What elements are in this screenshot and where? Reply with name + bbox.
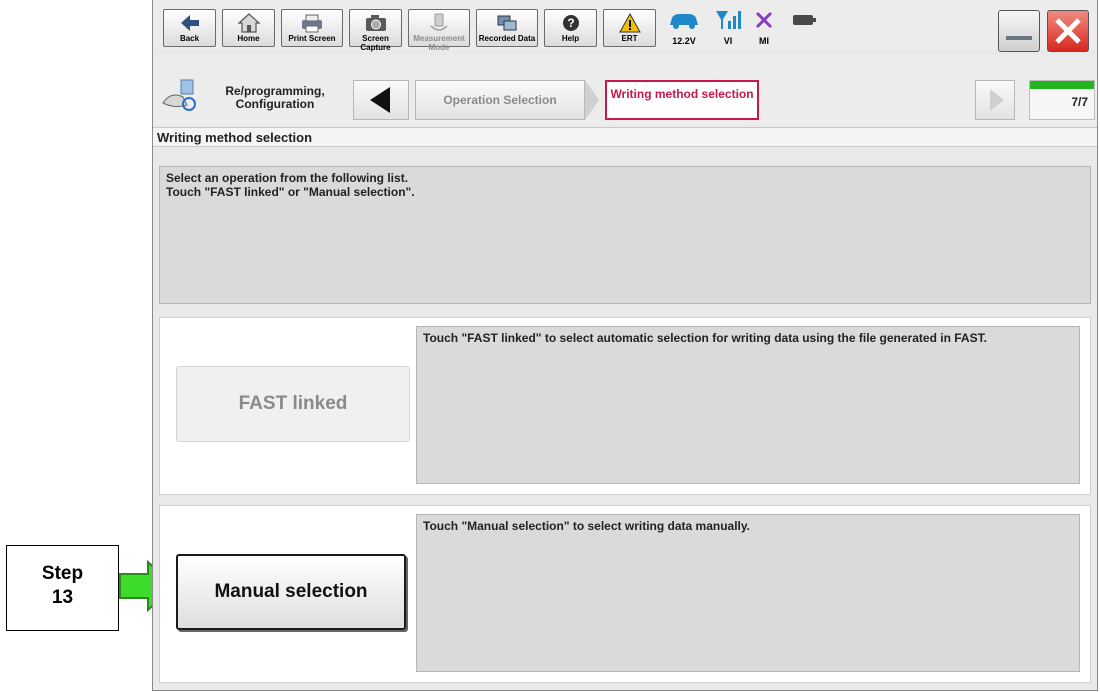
car-icon xyxy=(670,14,698,29)
app-window: Back Home Print Screen Screen Capture Me… xyxy=(152,0,1098,691)
progress-bar-fill xyxy=(1030,81,1094,89)
vi-status: VI xyxy=(713,9,743,49)
triangle-right-icon xyxy=(990,89,1004,111)
triangle-left-icon xyxy=(370,87,390,113)
back-arrow-icon xyxy=(180,15,199,31)
tab-operation-selection[interactable]: Operation Selection xyxy=(415,80,585,120)
printer-icon xyxy=(302,14,322,33)
fast-linked-option: FAST linked Touch "FAST linked" to selec… xyxy=(159,317,1091,495)
help-icon: ? xyxy=(562,15,579,31)
step-number: 13 xyxy=(51,587,74,608)
home-icon xyxy=(236,13,261,33)
mi-label: MI xyxy=(759,36,769,46)
signal-icon xyxy=(716,11,741,29)
screen-capture-label: Screen Capture xyxy=(360,34,391,52)
tab-writing-method-selection[interactable]: Writing method selection xyxy=(605,80,759,120)
close-icon xyxy=(1055,18,1081,44)
page-counter: 7/7 xyxy=(1071,95,1088,109)
ert-button[interactable]: ERT xyxy=(603,9,656,47)
instruction-text: Select an operation from the following l… xyxy=(160,167,1090,203)
manual-selection-button[interactable]: Manual selection xyxy=(176,554,406,630)
device-battery-icon xyxy=(793,15,816,25)
instruction-line-2: Touch "FAST linked" or "Manual selection… xyxy=(166,185,415,199)
help-button[interactable]: ? Help xyxy=(544,9,597,47)
svg-text:?: ? xyxy=(567,16,574,30)
recorded-data-button[interactable]: Recorded Data xyxy=(476,9,538,47)
recorded-data-label: Recorded Data xyxy=(478,34,536,43)
ert-label: ERT xyxy=(621,34,638,43)
page-title: Writing method selection xyxy=(153,127,1097,147)
minimize-icon xyxy=(1006,36,1032,40)
print-screen-button[interactable]: Print Screen xyxy=(281,9,343,47)
battery-voltage-status: 12.2V xyxy=(663,9,705,49)
measurement-mode-button[interactable]: Measurement Mode xyxy=(408,9,470,52)
measurement-mode-label: Measurement Mode xyxy=(413,34,465,52)
progress-indicator: 7/7 xyxy=(1029,80,1095,120)
crumb-reprogramming[interactable]: Re/programming, Configuration xyxy=(215,85,335,111)
instruction-panel: Select an operation from the following l… xyxy=(159,166,1091,304)
step-label: Step xyxy=(41,563,84,584)
help-label: Help xyxy=(561,34,580,43)
device-status xyxy=(789,9,819,49)
fast-linked-description-box: Touch "FAST linked" to select automatic … xyxy=(416,326,1080,484)
mi-status: MI xyxy=(749,9,779,49)
next-button[interactable] xyxy=(975,80,1015,120)
close-button[interactable] xyxy=(1047,10,1089,52)
print-screen-label: Print Screen xyxy=(288,34,336,43)
screen-capture-button[interactable]: Screen Capture xyxy=(349,9,402,52)
home-button[interactable]: Home xyxy=(222,9,275,47)
back-button[interactable]: Back xyxy=(163,9,216,47)
instruction-line-1: Select an operation from the following l… xyxy=(166,171,409,185)
step-callout: Step 13 xyxy=(6,545,119,631)
recorded-data-icon xyxy=(497,15,517,31)
home-label: Home xyxy=(237,34,260,43)
toolbar: Back Home Print Screen Screen Capture Me… xyxy=(153,0,1097,52)
disconnected-x-icon xyxy=(755,11,773,29)
fast-linked-description: Touch "FAST linked" to select automatic … xyxy=(423,331,987,345)
back-label: Back xyxy=(179,34,200,43)
crumb-separator-icon xyxy=(585,80,599,120)
crumb-back-button[interactable] xyxy=(353,80,409,120)
camera-icon xyxy=(365,15,386,31)
vi-label: VI xyxy=(723,36,733,46)
fast-linked-button[interactable]: FAST linked xyxy=(176,366,410,442)
manual-selection-description: Touch "Manual selection" to select writi… xyxy=(423,519,750,533)
manual-selection-description-box: Touch "Manual selection" to select writi… xyxy=(416,514,1080,672)
measurement-icon xyxy=(430,13,448,31)
voltage-value: 12.2V xyxy=(672,36,696,46)
manual-selection-option: Manual selection Touch "Manual selection… xyxy=(159,505,1091,683)
warning-icon xyxy=(618,12,641,33)
breadcrumb: Re/programming, Configuration Operation … xyxy=(153,55,1097,125)
reprogramming-icon xyxy=(162,79,196,111)
minimize-button[interactable] xyxy=(998,10,1040,52)
